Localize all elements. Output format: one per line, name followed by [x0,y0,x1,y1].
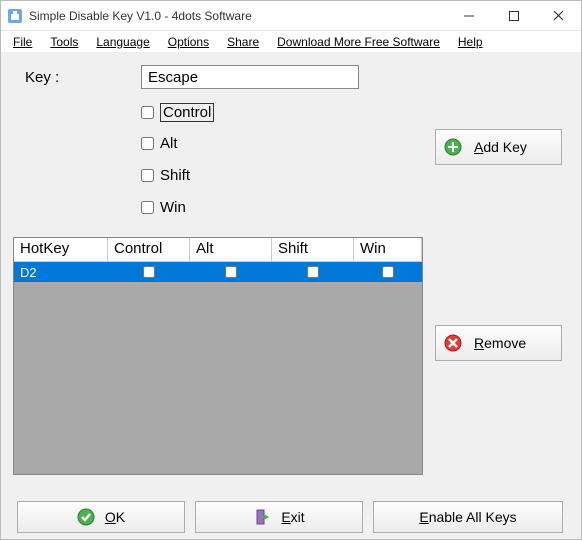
menu-help[interactable]: Help [450,33,491,51]
col-alt[interactable]: Alt [190,238,272,262]
table-row[interactable]: D2 [14,262,422,282]
window-title: Simple Disable Key V1.0 - 4dots Software [29,9,446,23]
exit-label: Exit [281,509,304,525]
ok-button[interactable]: OK [17,501,185,533]
cell-win[interactable] [354,266,422,278]
client-area: Key : Control Alt Shift Win Add Key Remo… [1,53,581,539]
ok-icon [77,508,95,526]
modifier-control[interactable]: Control [141,103,214,122]
alt-checkbox[interactable] [141,137,154,150]
col-shift[interactable]: Shift [272,238,354,262]
exit-button[interactable]: Exit [195,501,363,533]
exit-icon [253,508,271,526]
app-icon [7,8,23,24]
cell-control[interactable] [108,266,190,278]
menu-file[interactable]: File [5,33,40,51]
shift-label: Shift [160,167,190,184]
menubar: File Tools Language Options Share Downlo… [1,31,581,53]
maximize-button[interactable] [491,1,536,30]
menu-options[interactable]: Options [160,33,217,51]
cell-alt[interactable] [190,266,272,278]
row-win-checkbox[interactable] [382,266,394,278]
row-shift-checkbox[interactable] [307,266,319,278]
close-button[interactable] [536,1,581,30]
add-key-label: Add Key [474,139,527,155]
key-label: Key : [25,69,59,86]
enable-all-label: Enable All Keys [419,509,516,525]
win-checkbox[interactable] [141,201,154,214]
modifier-win[interactable]: Win [141,199,186,216]
key-input[interactable] [141,65,359,89]
menu-download[interactable]: Download More Free Software [269,33,448,51]
menu-language[interactable]: Language [88,33,157,51]
minimize-button[interactable] [446,1,491,30]
enable-all-keys-button[interactable]: Enable All Keys [373,501,563,533]
alt-label: Alt [160,135,178,152]
window-controls [446,1,581,30]
row-alt-checkbox[interactable] [225,266,237,278]
col-control[interactable]: Control [108,238,190,262]
remove-button[interactable]: Remove [435,325,562,361]
cell-shift[interactable] [272,266,354,278]
win-label: Win [160,199,186,216]
titlebar: Simple Disable Key V1.0 - 4dots Software [1,1,581,31]
col-hotkey[interactable]: HotKey [14,238,108,262]
menu-share[interactable]: Share [219,33,267,51]
grid-header: HotKey Control Alt Shift Win [14,238,422,262]
modifier-shift[interactable]: Shift [141,167,190,184]
remove-icon [444,334,462,352]
control-label: Control [160,103,214,122]
row-control-checkbox[interactable] [143,266,155,278]
add-icon [444,138,462,156]
cell-hotkey: D2 [14,265,108,280]
shift-checkbox[interactable] [141,169,154,182]
control-checkbox[interactable] [141,106,154,119]
add-key-button[interactable]: Add Key [435,129,562,165]
menu-tools[interactable]: Tools [42,33,86,51]
remove-label: Remove [474,335,526,351]
hotkey-grid[interactable]: HotKey Control Alt Shift Win D2 [13,237,423,475]
col-win[interactable]: Win [354,238,422,262]
ok-label: OK [105,509,125,525]
modifier-alt[interactable]: Alt [141,135,178,152]
